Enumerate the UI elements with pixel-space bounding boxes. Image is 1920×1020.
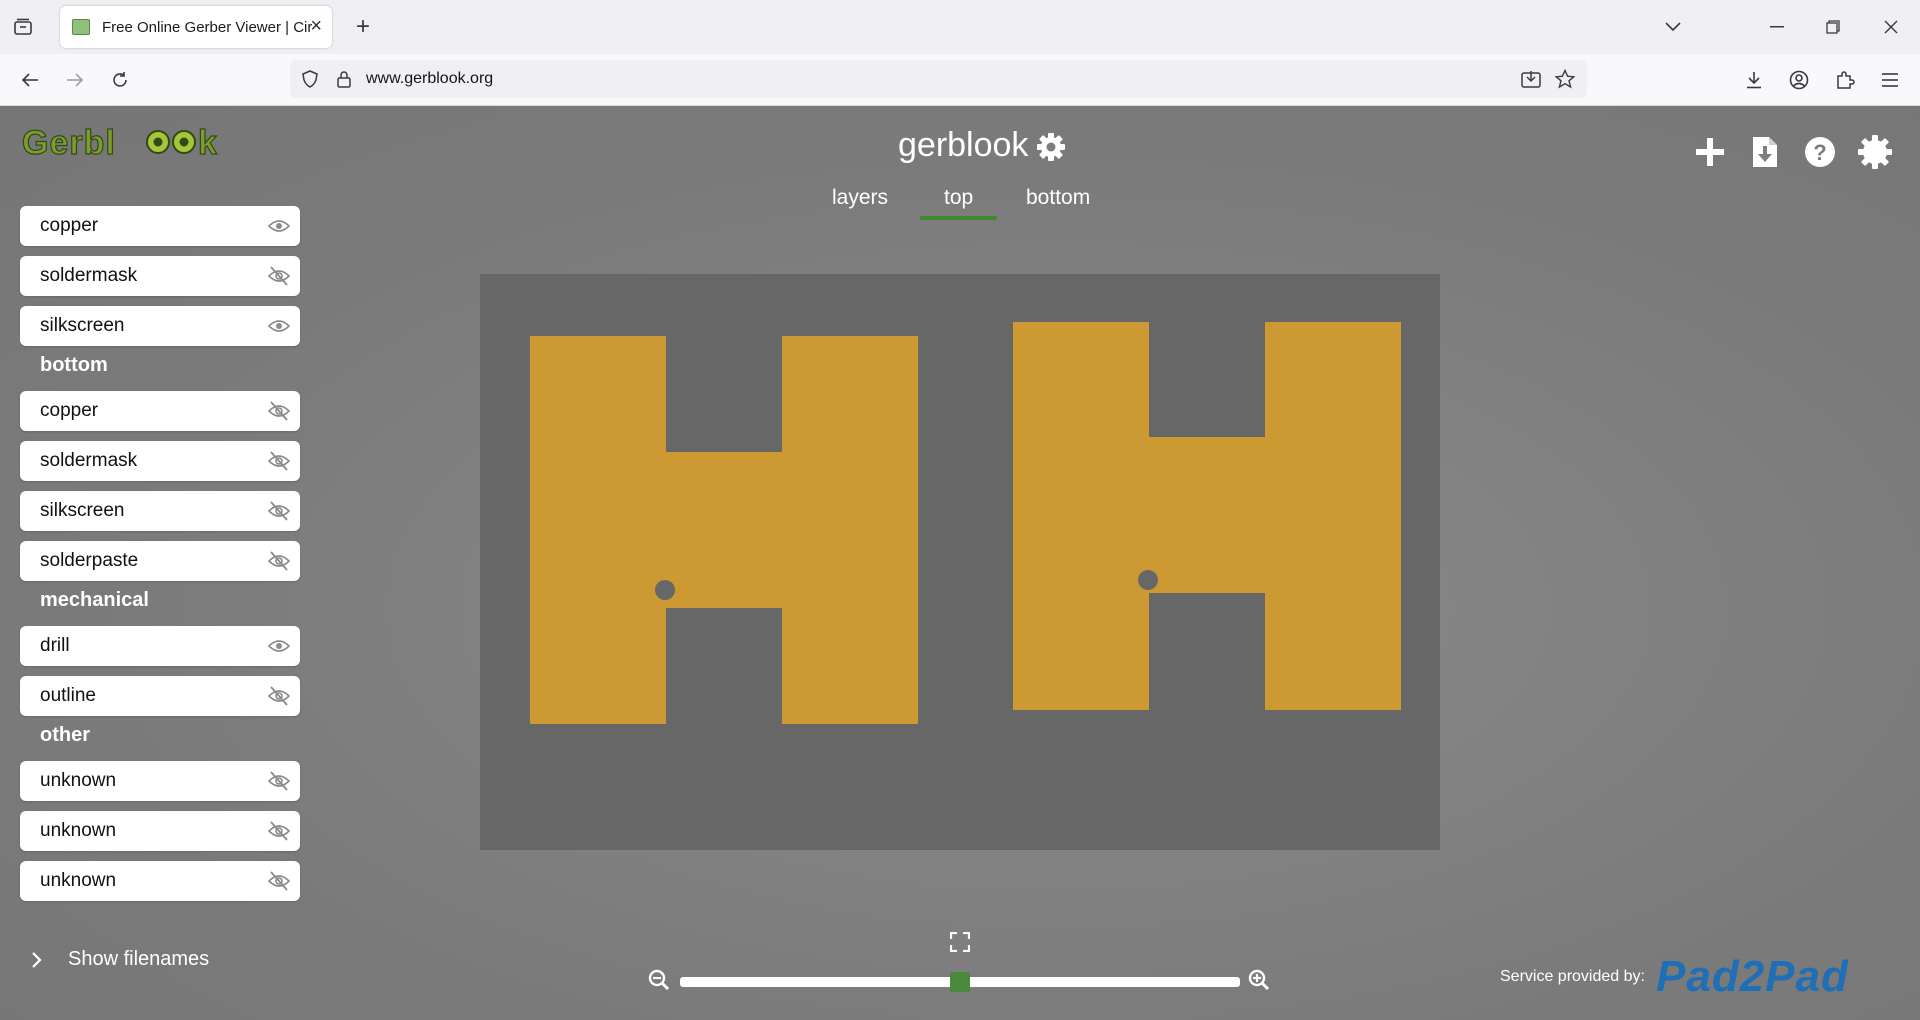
url-bar[interactable]: www.gerblook.org [290,60,1587,98]
zoom-slider-thumb[interactable] [950,972,970,992]
eye-slash-icon[interactable] [266,401,292,421]
copper-pad [1013,322,1149,710]
restore-icon[interactable] [1820,14,1846,40]
download-file-icon[interactable] [1745,132,1785,172]
browser-nav-bar: www.gerblook.org [0,54,1920,106]
eye-slash-icon[interactable] [266,871,292,891]
copper-pad [1265,322,1401,710]
help-icon[interactable]: ? [1800,132,1840,172]
show-filenames-label: Show filenames [68,948,210,970]
chevron-right-icon [32,951,42,968]
eye-slash-icon[interactable] [266,686,292,706]
lock-icon[interactable] [334,69,354,89]
bookmark-star-icon[interactable] [1554,68,1576,90]
eye-slash-icon[interactable] [266,551,292,571]
layer-outline[interactable]: outline [20,676,300,716]
menu-icon[interactable] [1876,66,1904,94]
eye-icon[interactable] [266,216,292,236]
drill-hole [655,580,675,600]
tab-top[interactable]: top [919,186,998,220]
service-provided-label: Service provided by: [1500,968,1645,985]
copper-bridge [1149,437,1265,593]
downloads-icon[interactable] [1740,66,1768,94]
tab-title: Free Online Gerber Viewer | Circ [102,18,312,36]
layer-label: solderpaste [40,550,139,571]
layer-unknown-3[interactable]: unknown [20,861,300,901]
layer-top-copper[interactable]: copper [20,206,300,246]
layer-bottom-soldermask[interactable]: soldermask [20,441,300,481]
settings-icon[interactable] [1855,132,1895,172]
show-filenames-toggle[interactable]: Show filenames [30,948,209,971]
gerblook-logo[interactable]: Gerbl k [20,123,236,165]
group-heading-mechanical: mechanical [40,589,149,611]
layer-label: drill [40,635,70,656]
url-text: www.gerblook.org [366,70,494,87]
layer-label: outline [40,685,96,706]
group-heading-other: other [40,724,90,746]
svg-text:?: ? [1813,140,1826,165]
drill-hole [1138,570,1158,590]
app-title: gerblook [898,126,1029,164]
layer-top-silkscreen[interactable]: silkscreen [20,306,300,346]
pcb-board-render[interactable] [480,274,1440,850]
layer-label: copper [40,215,99,236]
extensions-icon[interactable] [1831,66,1859,94]
layer-label: copper [40,400,99,421]
pad2pad-logo[interactable]: Pad2Pad [1656,952,1849,1002]
copper-bridge [666,452,782,608]
new-tab-icon[interactable]: + [350,13,376,40]
zoom-slider[interactable] [680,972,1240,992]
layer-label: unknown [40,770,117,791]
svg-text:k: k [198,124,217,160]
layer-bottom-copper[interactable]: copper [20,391,300,431]
gerblook-page: Gerbl k gerblook layers top bottom ? cop… [0,106,1920,1020]
eye-slash-icon[interactable] [266,451,292,471]
back-icon[interactable] [16,66,44,94]
layer-bottom-solderpaste[interactable]: solderpaste [20,541,300,581]
browser-tab-bar: Free Online Gerber Viewer | Circ × + [0,0,1920,54]
forward-icon[interactable] [61,66,89,94]
close-window-icon[interactable] [1878,14,1904,40]
add-icon[interactable] [1690,132,1730,172]
layer-drill[interactable]: drill [20,626,300,666]
layer-top-soldermask[interactable]: soldermask [20,256,300,296]
browser-tab[interactable]: Free Online Gerber Viewer | Circ × [60,6,332,48]
reload-icon[interactable] [106,66,134,94]
layer-unknown-1[interactable]: unknown [20,761,300,801]
group-heading-bottom: bottom [40,354,108,376]
layer-label: unknown [40,870,117,891]
eye-slash-icon[interactable] [266,821,292,841]
account-icon[interactable] [1785,66,1813,94]
eye-icon[interactable] [266,636,292,656]
copper-pad [530,336,666,724]
layer-label: soldermask [40,265,138,286]
layer-unknown-2[interactable]: unknown [20,811,300,851]
layer-label: soldermask [40,450,138,471]
zoom-out-icon[interactable] [648,969,670,996]
copper-pad [782,336,918,724]
eye-icon[interactable] [266,316,292,336]
layer-label: unknown [40,820,117,841]
chevron-down-icon[interactable] [1660,14,1686,40]
tab-bottom[interactable]: bottom [1026,186,1090,210]
layer-label: silkscreen [40,315,125,336]
favicon-icon [72,19,90,35]
layer-label: silkscreen [40,500,125,521]
tab-list-icon[interactable] [10,14,36,40]
eye-slash-icon[interactable] [266,266,292,286]
svg-text:Gerbl: Gerbl [22,124,116,160]
settings-gear-icon[interactable] [1036,132,1066,167]
shield-icon[interactable] [300,69,320,89]
zoom-in-icon[interactable] [1248,969,1270,996]
close-tab-icon[interactable]: × [310,15,322,37]
fullscreen-icon[interactable] [949,931,971,957]
minimize-icon[interactable] [1764,14,1790,40]
eye-slash-icon[interactable] [266,501,292,521]
save-to-device-icon[interactable] [1520,69,1542,89]
eye-slash-icon[interactable] [266,771,292,791]
tab-layers[interactable]: layers [832,186,888,210]
layer-bottom-silkscreen[interactable]: silkscreen [20,491,300,531]
